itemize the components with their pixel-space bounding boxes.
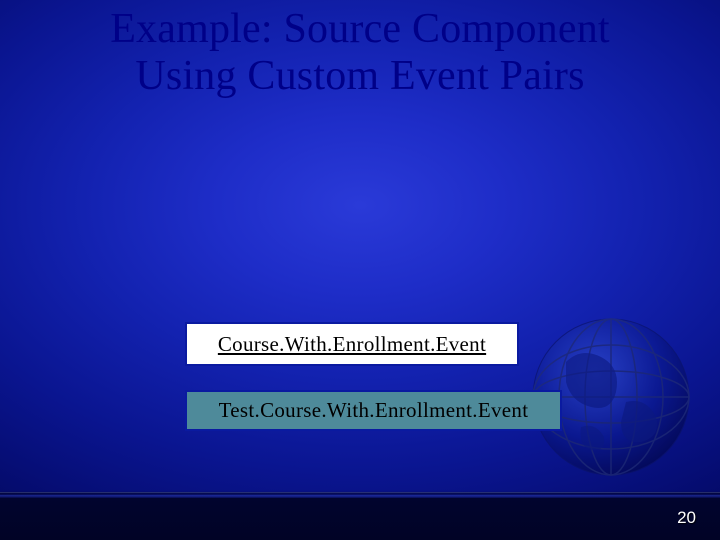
title-line-1: Example: Source Component (110, 6, 610, 52)
course-event-box: Course.With.Enrollment.Event (185, 322, 519, 366)
page-number: 20 (677, 508, 696, 528)
course-event-label: Course.With.Enrollment.Event (218, 332, 486, 357)
footer-bar (0, 498, 720, 540)
title-line-2: Using Custom Event Pairs (135, 53, 584, 99)
test-course-event-label: Test.Course.With.Enrollment.Event (219, 398, 529, 423)
slide-title: Example: Source Component Using Custom E… (0, 6, 720, 100)
test-course-event-box: Test.Course.With.Enrollment.Event (185, 390, 562, 431)
slide: Example: Source Component Using Custom E… (0, 0, 720, 540)
